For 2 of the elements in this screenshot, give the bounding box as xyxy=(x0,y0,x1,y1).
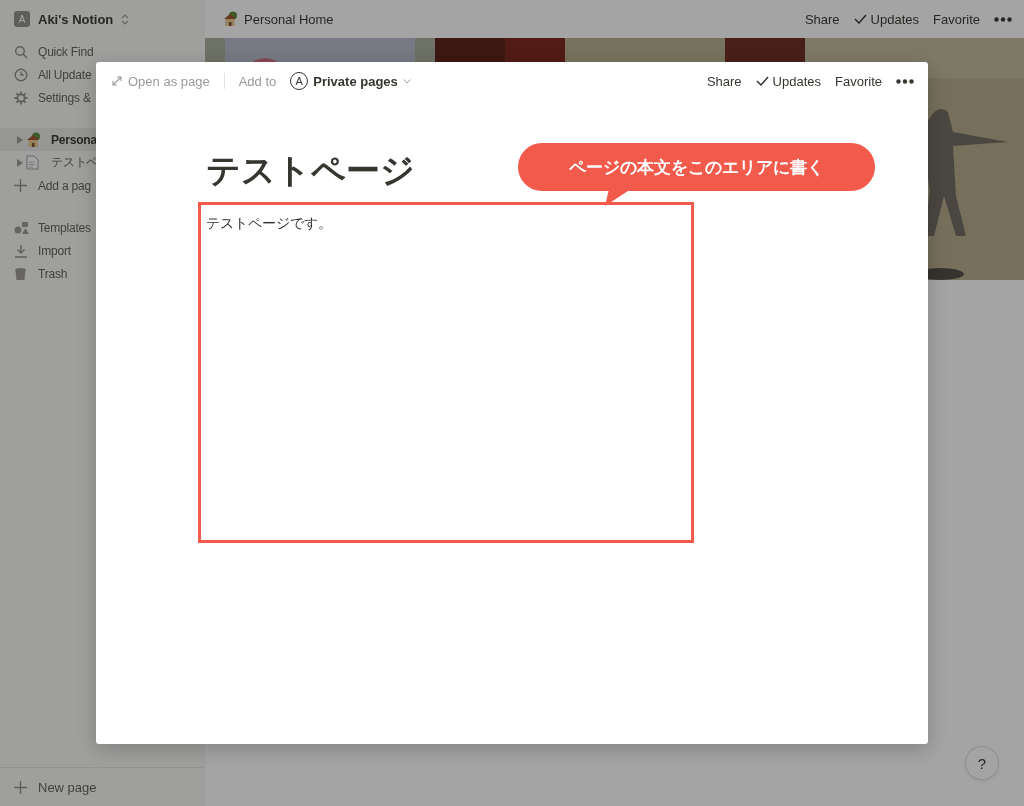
workspace-avatar: A xyxy=(14,11,30,27)
add-to-label: Add to xyxy=(238,73,277,89)
